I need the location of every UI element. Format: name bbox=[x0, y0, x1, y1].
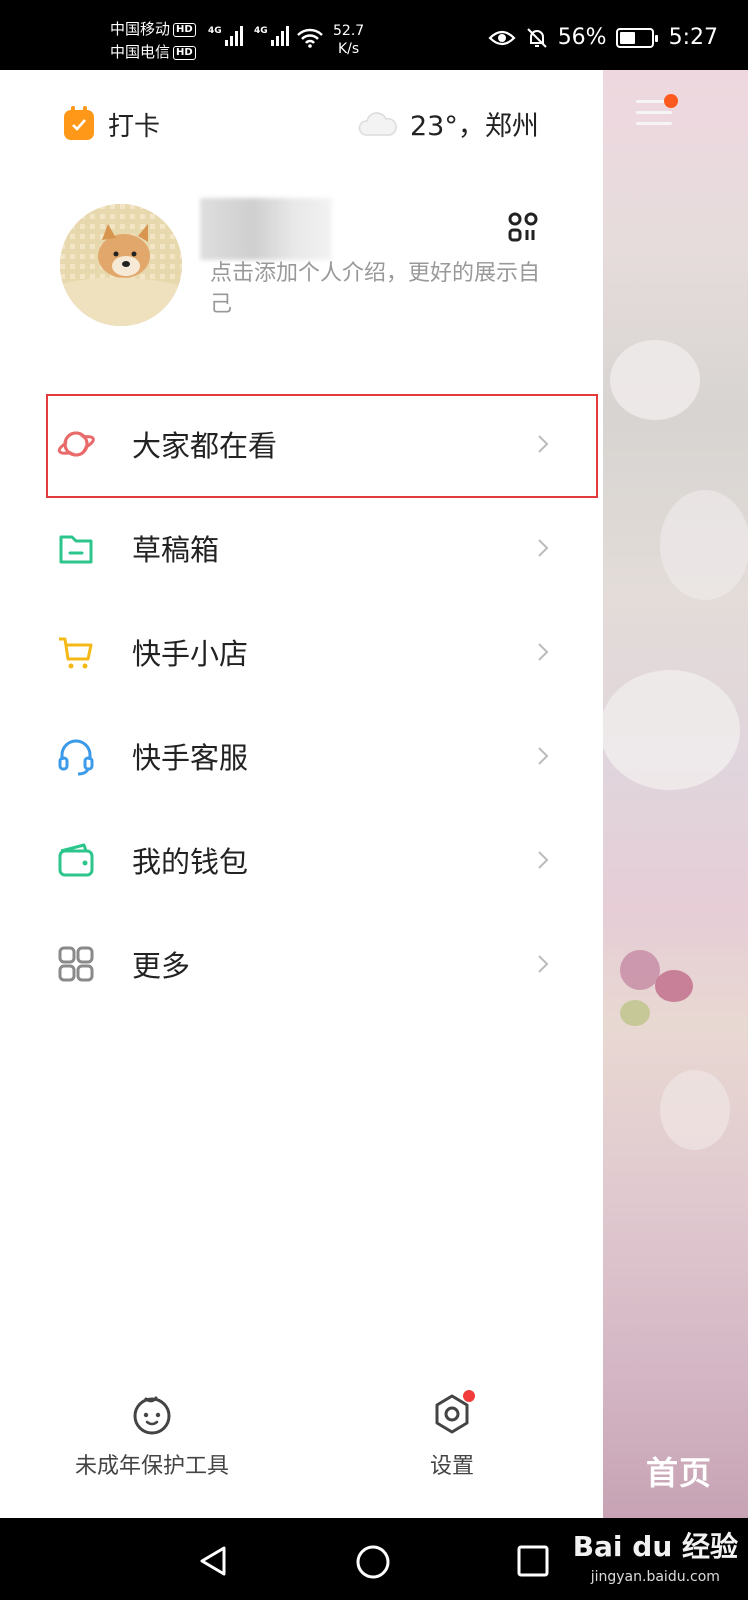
home-tab[interactable]: 首页 bbox=[646, 1448, 712, 1494]
wifi-icon bbox=[297, 28, 323, 48]
menu-label: 草稿箱 bbox=[132, 533, 220, 567]
menu-label: 更多 bbox=[132, 949, 191, 983]
headset-icon bbox=[58, 739, 94, 776]
hd-badge: HD bbox=[173, 45, 196, 60]
signal-icon: 4G bbox=[208, 26, 243, 46]
settings-button[interactable]: 设置 bbox=[402, 1392, 502, 1480]
chevron-right-icon bbox=[538, 643, 549, 661]
cloud-icon bbox=[358, 111, 397, 136]
speed-value: 52.7 bbox=[333, 23, 365, 39]
profile-intro[interactable]: 点击添加个人介绍，更好的展示自己 bbox=[210, 258, 540, 320]
network-type: 4G bbox=[254, 26, 268, 36]
weather-widget[interactable]: 23°，郑州 bbox=[358, 104, 539, 143]
wallet-icon bbox=[58, 843, 94, 877]
baidu-watermark: Bai du 经验 jingyan.baidu.com bbox=[573, 1532, 738, 1592]
home-circle-icon[interactable] bbox=[355, 1544, 391, 1580]
settings-notification-dot bbox=[463, 1390, 475, 1402]
planet-icon bbox=[57, 431, 95, 457]
eye-icon bbox=[488, 30, 516, 45]
network-type: 4G bbox=[208, 26, 222, 36]
notification-dot bbox=[664, 94, 678, 108]
menu-item-more[interactable]: 更多 bbox=[0, 912, 603, 1016]
avatar[interactable] bbox=[60, 204, 182, 326]
side-drawer: 打卡 23°，郑州 点击添加个人介绍，更好的展示自己 大家都在看 草稿箱 快手小… bbox=[0, 70, 603, 1518]
baby-face-icon bbox=[133, 1396, 171, 1435]
username-blurred bbox=[200, 198, 332, 260]
menu-item-trending[interactable]: 大家都在看 bbox=[0, 392, 603, 496]
watermark-url: jingyan.baidu.com bbox=[590, 1569, 720, 1585]
network-speed: 52.7 K/s bbox=[333, 22, 364, 58]
watermark-text: Bai du 经验 bbox=[572, 1530, 738, 1563]
background-video bbox=[600, 70, 748, 1518]
back-icon[interactable] bbox=[196, 1544, 230, 1578]
chevron-right-icon bbox=[538, 747, 549, 765]
dog-photo bbox=[60, 204, 182, 326]
folder-icon bbox=[59, 535, 93, 564]
menu-label: 大家都在看 bbox=[132, 429, 278, 463]
minor-protection-label: 未成年保护工具 bbox=[74, 1454, 229, 1479]
checkin-label: 打卡 bbox=[108, 112, 161, 142]
carrier2-label: 中国电信 bbox=[110, 43, 171, 61]
menu-item-support[interactable]: 快手客服 bbox=[0, 704, 603, 808]
chevron-right-icon bbox=[538, 851, 549, 869]
chevron-right-icon bbox=[538, 435, 549, 453]
menu-item-wallet[interactable]: 我的钱包 bbox=[0, 808, 603, 912]
carrier1-label: 中国移动 bbox=[110, 20, 171, 38]
drawer-menu: 大家都在看 草稿箱 快手小店 快手客服 我的钱包 更多 bbox=[0, 392, 603, 1016]
calendar-check-icon bbox=[64, 105, 94, 140]
carrier-info: 中国移动 HD 中国电信 HD bbox=[110, 18, 196, 64]
cart-icon bbox=[59, 637, 93, 669]
chevron-right-icon bbox=[538, 539, 549, 557]
menu-label: 我的钱包 bbox=[132, 845, 249, 879]
minor-protection-button[interactable]: 未成年保护工具 bbox=[62, 1392, 242, 1480]
battery-percent: 56% bbox=[557, 25, 607, 50]
menu-label: 快手小店 bbox=[132, 637, 249, 671]
chevron-right-icon bbox=[538, 955, 549, 973]
weather-label: 23°，郑州 bbox=[410, 111, 539, 142]
hd-badge: HD bbox=[173, 22, 196, 37]
recents-icon[interactable] bbox=[516, 1544, 550, 1578]
status-right: 56% 5:27 bbox=[488, 25, 718, 50]
menu-item-drafts[interactable]: 草稿箱 bbox=[0, 496, 603, 600]
menu-item-shop[interactable]: 快手小店 bbox=[0, 600, 603, 704]
speed-unit: K/s bbox=[337, 41, 360, 57]
settings-label: 设置 bbox=[429, 1454, 474, 1479]
battery-icon bbox=[615, 27, 658, 48]
checkin-button[interactable]: 打卡 bbox=[64, 105, 161, 143]
signal-icon: 4G bbox=[254, 26, 289, 46]
clock: 5:27 bbox=[668, 25, 718, 50]
status-bar: 中国移动 HD 中国电信 HD 4G 4G 52.7 K/s 56% 5:27 bbox=[0, 0, 748, 70]
profile-qr-icon[interactable] bbox=[508, 212, 538, 242]
mute-bell-icon bbox=[526, 27, 547, 48]
menu-label: 快手客服 bbox=[132, 741, 249, 775]
grid-icon bbox=[58, 946, 94, 982]
system-nav-bar: Bai du 经验 jingyan.baidu.com bbox=[0, 1518, 748, 1600]
